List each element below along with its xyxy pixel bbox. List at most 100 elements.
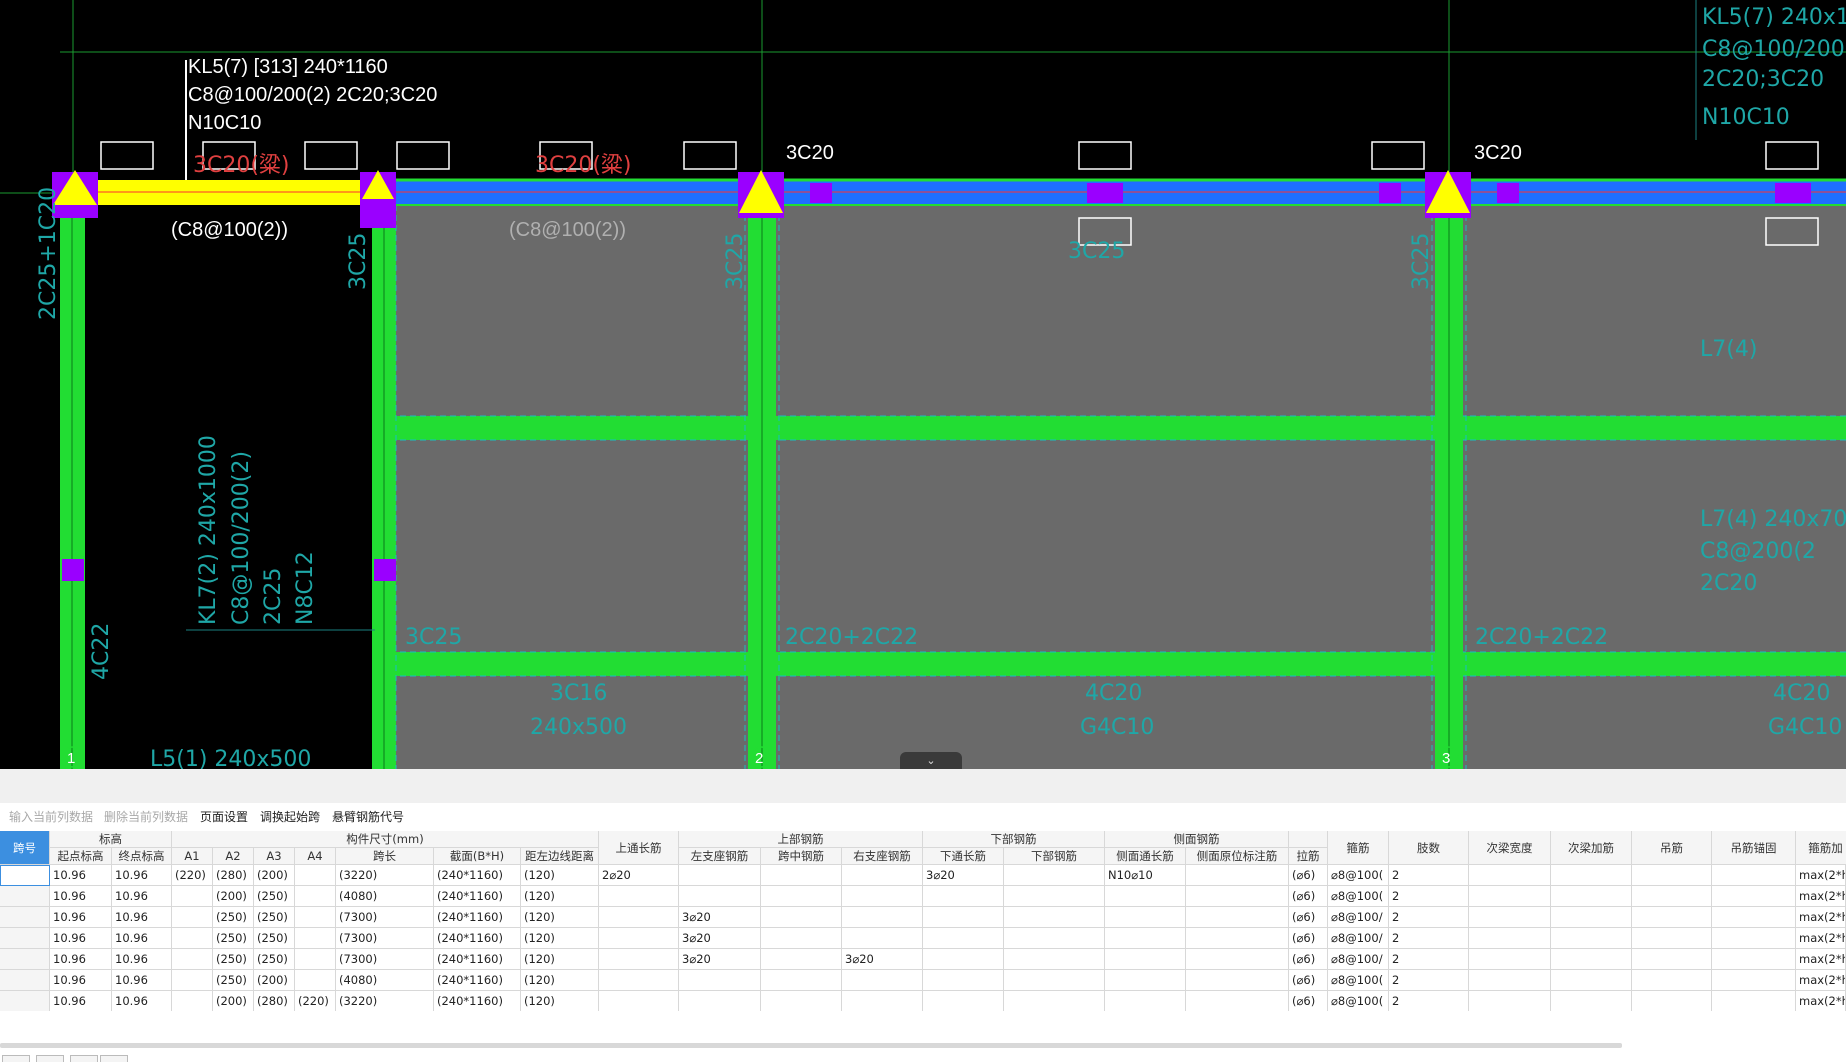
table-cell-start[interactable]: 10.96 xyxy=(50,865,112,886)
table-cell-sec-w[interactable] xyxy=(1469,907,1551,928)
table-cell-a4[interactable] xyxy=(295,865,336,886)
table-cell-a3[interactable]: (200) xyxy=(254,865,295,886)
table-cell-a4[interactable]: (220) xyxy=(295,991,336,1011)
table-cell-bot[interactable] xyxy=(1004,991,1105,1011)
table-cell-tie[interactable]: (⌀6) xyxy=(1289,970,1328,991)
table-cell-stirrup-add[interactable]: max(2*h, xyxy=(1796,991,1846,1011)
table-cell-a2[interactable]: (250) xyxy=(213,928,254,949)
table-cell-side-through[interactable] xyxy=(1105,970,1186,991)
table-cell-side-annot[interactable] xyxy=(1186,907,1289,928)
cad-canvas[interactable]: KL5(7) 240x116 C8@100/200(2 2C20;3C20 N1… xyxy=(0,0,1846,769)
delete-column-button[interactable]: 删除当前列数据 xyxy=(104,808,188,825)
table-cell-hanger-anchor[interactable] xyxy=(1712,886,1796,907)
table-cell-bot[interactable] xyxy=(1004,928,1105,949)
table-cell-mid[interactable] xyxy=(761,907,842,928)
table-cell-end[interactable]: 10.96 xyxy=(112,886,172,907)
table-cell-start[interactable]: 10.96 xyxy=(50,949,112,970)
table-cell-side-annot[interactable] xyxy=(1186,865,1289,886)
table-cell-legs[interactable]: 2 xyxy=(1389,907,1469,928)
table-cell-sec-w[interactable] xyxy=(1469,991,1551,1011)
table-cell-sec-w[interactable] xyxy=(1469,970,1551,991)
table-cell-stirrup[interactable]: ⌀8@100( xyxy=(1328,991,1389,1011)
table-cell-end[interactable]: 10.96 xyxy=(112,949,172,970)
table-cell-stirrup-add[interactable]: max(2*h, xyxy=(1796,928,1846,949)
table-cell-top-through[interactable] xyxy=(599,928,679,949)
table-cell-end[interactable]: 10.96 xyxy=(112,991,172,1011)
table-cell-bot-through[interactable] xyxy=(923,907,1004,928)
table-cell-side-through[interactable] xyxy=(1105,991,1186,1011)
table-cell-bot[interactable] xyxy=(1004,949,1105,970)
table-cell-right[interactable] xyxy=(842,886,923,907)
table-cell-hanger[interactable] xyxy=(1632,970,1712,991)
table-cell-span[interactable]: (4080) xyxy=(336,970,434,991)
cantilever-code-button[interactable]: 悬臂钢筋代号 xyxy=(332,808,404,825)
table-cell-hanger[interactable] xyxy=(1632,949,1712,970)
table-cell-side-through[interactable] xyxy=(1105,949,1186,970)
table-cell-sec-w[interactable] xyxy=(1469,928,1551,949)
table-cell-hanger[interactable] xyxy=(1632,886,1712,907)
table-cell-legs[interactable]: 2 xyxy=(1389,928,1469,949)
row-header[interactable] xyxy=(0,991,50,1011)
table-cell-sec[interactable]: (240*1160) xyxy=(434,865,521,886)
table-cell-mid[interactable] xyxy=(761,949,842,970)
table-cell-a4[interactable] xyxy=(295,886,336,907)
table-cell-stirrup-add[interactable]: max(2*h, xyxy=(1796,949,1846,970)
table-cell-a3[interactable]: (280) xyxy=(254,991,295,1011)
row-header[interactable] xyxy=(0,928,50,949)
input-column-button[interactable]: 输入当前列数据 xyxy=(9,808,93,825)
table-cell-side-through[interactable] xyxy=(1105,928,1186,949)
table-cell-stirrup[interactable]: ⌀8@100( xyxy=(1328,970,1389,991)
table-cell-a2[interactable]: (200) xyxy=(213,886,254,907)
table-cell-bot-through[interactable] xyxy=(923,970,1004,991)
table-cell-right[interactable] xyxy=(842,865,923,886)
row-header[interactable] xyxy=(0,865,50,886)
table-cell-edge[interactable]: (120) xyxy=(521,928,599,949)
table-cell-mid[interactable] xyxy=(761,865,842,886)
table-cell-hanger-anchor[interactable] xyxy=(1712,907,1796,928)
table-cell-bot-through[interactable] xyxy=(923,886,1004,907)
beam-span-table[interactable]: 跨号 标高 构件尺寸(mm) 上通长筋 上部钢筋 下部钢筋 侧面钢筋 箍筋 肢数 次梁宽度 次梁加筋… xyxy=(0,831,1846,1011)
table-cell-start[interactable]: 10.96 xyxy=(50,970,112,991)
table-cell-sec-add[interactable] xyxy=(1551,886,1632,907)
row-header[interactable] xyxy=(0,970,50,991)
table-cell-span[interactable]: (7300) xyxy=(336,949,434,970)
table-cell-sec[interactable]: (240*1160) xyxy=(434,928,521,949)
table-cell-right[interactable] xyxy=(842,907,923,928)
table-cell-side-through[interactable] xyxy=(1105,886,1186,907)
table-cell-span[interactable]: (7300) xyxy=(336,928,434,949)
table-cell-hanger[interactable] xyxy=(1632,928,1712,949)
table-cell-end[interactable]: 10.96 xyxy=(112,928,172,949)
table-cell-edge[interactable]: (120) xyxy=(521,949,599,970)
table-cell-a1[interactable] xyxy=(172,991,213,1011)
table-cell-edge[interactable]: (120) xyxy=(521,886,599,907)
table-cell-mid[interactable] xyxy=(761,928,842,949)
swap-start-span-button[interactable]: 调换起始跨 xyxy=(260,808,320,825)
table-cell-sec-w[interactable] xyxy=(1469,949,1551,970)
table-cell-legs[interactable]: 2 xyxy=(1389,886,1469,907)
table-cell-hanger-anchor[interactable] xyxy=(1712,949,1796,970)
table-cell-bot[interactable] xyxy=(1004,970,1105,991)
table-cell-tie[interactable]: (⌀6) xyxy=(1289,949,1328,970)
table-cell-sec[interactable]: (240*1160) xyxy=(434,886,521,907)
table-cell-a4[interactable] xyxy=(295,907,336,928)
page-setup-button[interactable]: 页面设置 xyxy=(200,808,248,825)
table-cell-stirrup[interactable]: ⌀8@100( xyxy=(1328,865,1389,886)
table-cell-sec[interactable]: (240*1160) xyxy=(434,907,521,928)
table-cell-left[interactable]: 3⌀20 xyxy=(679,928,761,949)
table-cell-sec-add[interactable] xyxy=(1551,928,1632,949)
table-cell-a1[interactable] xyxy=(172,949,213,970)
table-cell-mid[interactable] xyxy=(761,886,842,907)
table-cell-right[interactable] xyxy=(842,991,923,1011)
splitter[interactable] xyxy=(0,769,1846,803)
table-cell-span[interactable]: (7300) xyxy=(336,907,434,928)
row-header[interactable] xyxy=(0,949,50,970)
table-cell-a2[interactable]: (250) xyxy=(213,907,254,928)
table-cell-sec[interactable]: (240*1160) xyxy=(434,970,521,991)
beam-drawing[interactable]: KL5(7) 240x116 C8@100/200(2 2C20;3C20 N1… xyxy=(0,0,1846,769)
table-cell-left[interactable]: 3⌀20 xyxy=(679,949,761,970)
table-cell-tie[interactable]: (⌀6) xyxy=(1289,886,1328,907)
table-cell-tie[interactable]: (⌀6) xyxy=(1289,865,1328,886)
table-cell-right[interactable]: 3⌀20 xyxy=(842,949,923,970)
table-cell-side-annot[interactable] xyxy=(1186,928,1289,949)
table-cell-hanger-anchor[interactable] xyxy=(1712,970,1796,991)
